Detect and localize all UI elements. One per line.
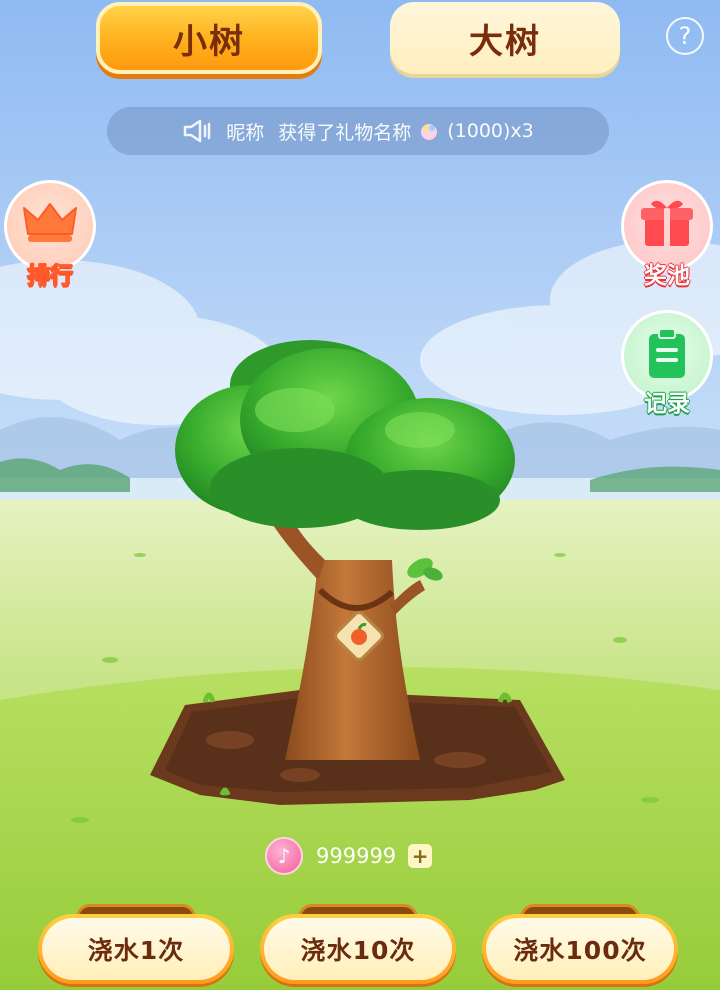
- water-100-button[interactable]: 浇水100次: [482, 904, 678, 984]
- help-icon[interactable]: ?: [666, 17, 704, 55]
- coin-balance: ♪ 999999 +: [265, 836, 433, 876]
- button-frame: 浇水1次: [38, 914, 234, 984]
- speaker-icon: [183, 119, 211, 143]
- water-100-label: 浇水100次: [486, 918, 674, 980]
- water-1-label: 浇水1次: [42, 918, 230, 980]
- rank-label: 排行: [27, 263, 74, 290]
- tab-big-tree[interactable]: 大树: [390, 2, 620, 74]
- marquee-nickname: 昵称: [226, 121, 265, 144]
- water-10-label: 浇水10次: [264, 918, 452, 980]
- record-label: 记录: [644, 391, 690, 417]
- water-1-button[interactable]: 浇水1次: [38, 904, 234, 984]
- music-coin-icon: ♪: [265, 837, 303, 875]
- tab-small-tree[interactable]: 小树: [96, 2, 322, 74]
- button-frame: 浇水10次: [260, 914, 456, 984]
- marquee-action: 获得了礼物名称: [278, 121, 412, 144]
- marquee-amount: (1000)x3: [447, 120, 534, 142]
- coin-value: 999999: [316, 844, 397, 868]
- button-frame: 浇水100次: [482, 914, 678, 984]
- prize-pool-label: 奖池: [644, 263, 690, 289]
- water-10-button[interactable]: 浇水10次: [260, 904, 456, 984]
- gift-item-icon: [421, 124, 438, 140]
- gift-marquee: 昵称 获得了礼物名称 (1000)x3: [107, 107, 609, 155]
- plus-icon[interactable]: +: [408, 844, 433, 868]
